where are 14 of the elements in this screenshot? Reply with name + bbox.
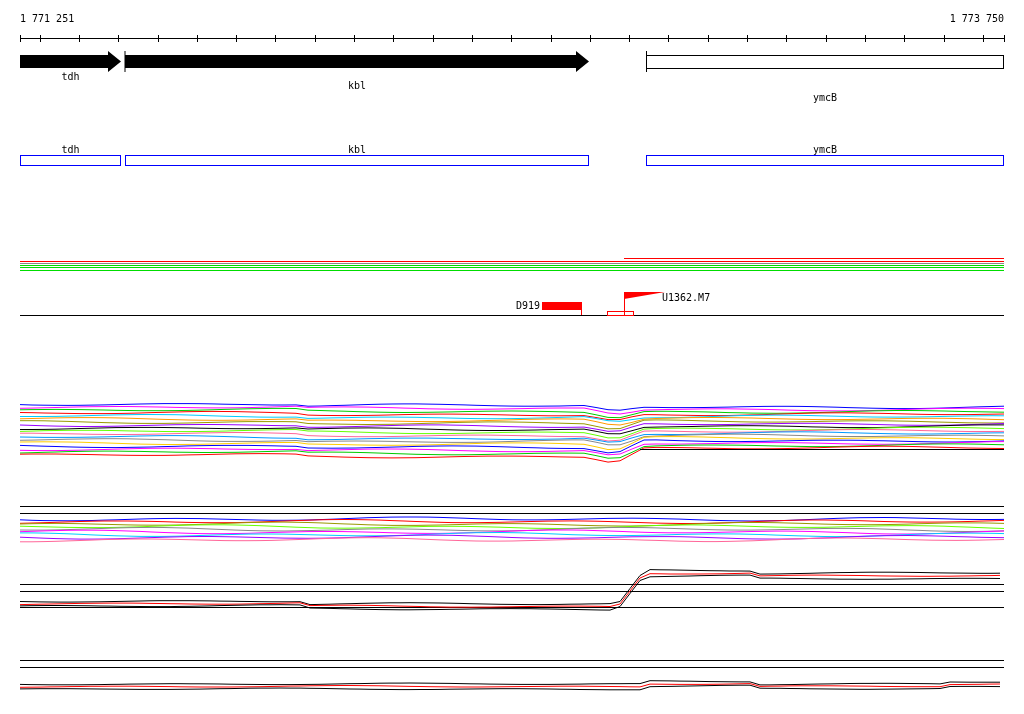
ruler-end-label: 1 773 750 xyxy=(949,13,1004,24)
feature-label: U1362.M7 xyxy=(662,292,711,303)
annotation-label: ymcB xyxy=(812,144,838,155)
ruler-start-label: 1 771 251 xyxy=(20,13,75,24)
gene-arrow-icon xyxy=(20,51,121,72)
feature-label: D919 xyxy=(515,300,540,311)
annotation-label: kbl xyxy=(347,144,367,155)
feature-block-icon xyxy=(542,301,582,316)
annotation-label: tdh xyxy=(61,144,80,155)
gene-arrow-icon xyxy=(124,50,589,73)
gene-label: tdh xyxy=(61,71,80,82)
gene-label: kbl xyxy=(347,80,367,91)
gene-box-icon xyxy=(646,50,1004,73)
gene-label: ymcB xyxy=(812,92,838,103)
